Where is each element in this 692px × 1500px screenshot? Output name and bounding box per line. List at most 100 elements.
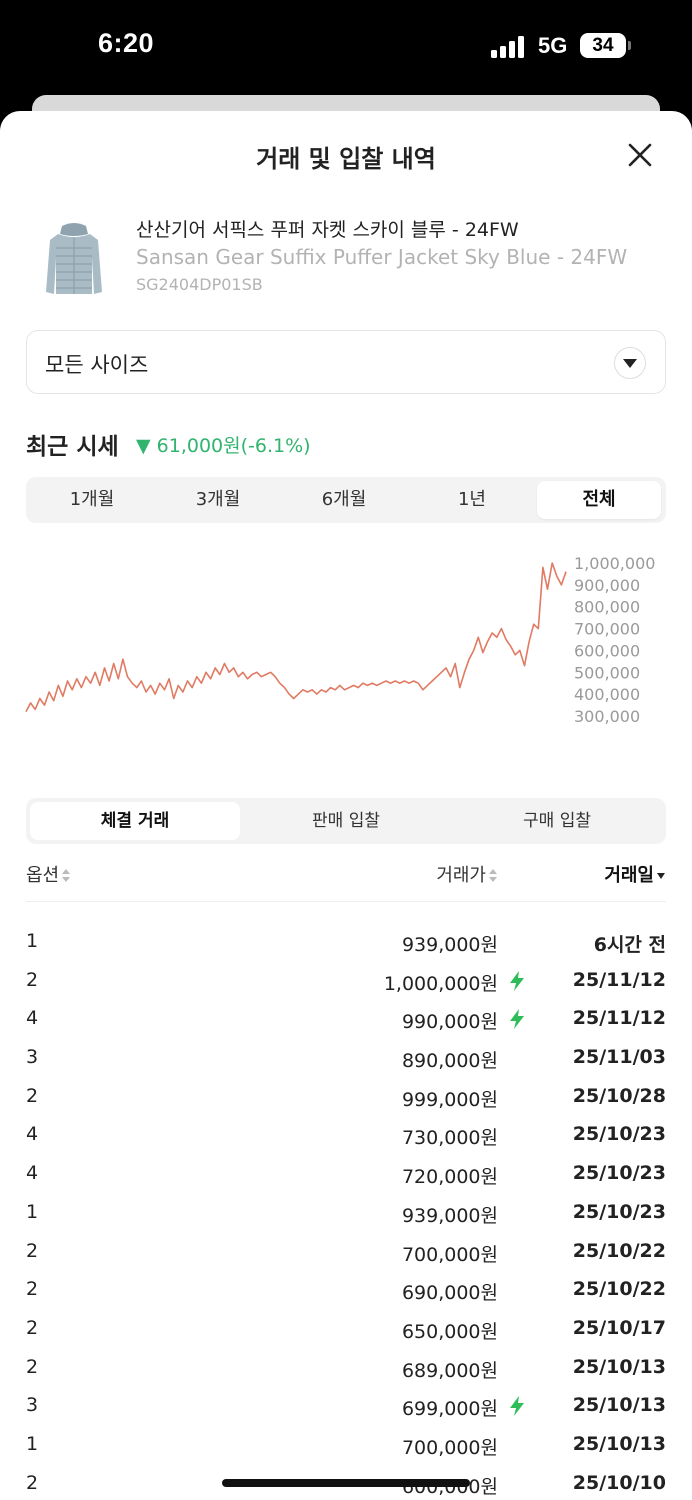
trade-price: 730,000원	[401, 1127, 498, 1150]
chevron-down-icon	[614, 347, 646, 379]
trade-price: 939,000원	[401, 934, 498, 956]
trade-price: 700,000원	[401, 1243, 498, 1266]
tab-completed-trades[interactable]: 체결 거래	[30, 802, 240, 840]
y-tick-label: 1,000,000	[574, 554, 655, 573]
price-chart: 1,000,000 900,000 800,000 700,000 600,000 500…	[25, 554, 655, 726]
table-row: 2 650,000원 25/10/17	[0, 1309, 692, 1348]
table-row: 4 720,000원 25/10/23	[0, 1154, 692, 1193]
network-type: 5G	[538, 33, 568, 58]
trade-date: 25/10/13	[572, 1432, 666, 1455]
period-tab-1y[interactable]: 1년	[410, 481, 534, 519]
recent-price-title: 최근 시세	[26, 434, 119, 460]
trade-price: 689,000원	[401, 1359, 498, 1382]
table-row: 4 730,000원 25/10/23	[0, 1115, 692, 1154]
trade-option: 2	[26, 1355, 39, 1378]
home-indicator	[222, 1479, 470, 1487]
trade-price: 999,000원	[401, 1088, 498, 1111]
battery-cap	[628, 41, 631, 50]
close-button[interactable]	[622, 137, 658, 173]
trade-price: 720,000원	[401, 1166, 498, 1189]
trade-list: 1 939,000원 6시간 전 2 1,000,000원 25/11/12 4 990,00…	[0, 922, 692, 1500]
period-tab-all[interactable]: 전체	[537, 481, 661, 519]
trade-option: 3	[26, 1394, 39, 1417]
trade-price: 890,000원	[401, 1050, 498, 1073]
period-tabs: 1개월 3개월 6개월 1년 전체	[26, 477, 666, 523]
trade-option: 1	[26, 930, 39, 952]
trade-history-sheet: 거래 및 입찰 내역 산산기어 서픽스 푸퍼 자켓 스카이 블루 - 24FW …	[0, 111, 692, 1500]
table-row: 2 689,000원 25/10/13	[0, 1348, 692, 1387]
sheet-title: 거래 및 입찰 내역	[256, 145, 436, 173]
close-icon	[628, 143, 652, 167]
table-row: 1 939,000원 25/10/23	[0, 1193, 692, 1232]
trade-option: 4	[26, 1123, 39, 1146]
trade-date: 25/10/13	[572, 1355, 666, 1378]
table-row: 2 700,000원 25/10/22	[0, 1232, 692, 1271]
trade-option: 4	[26, 1162, 39, 1185]
trade-date: 25/10/23	[572, 1200, 666, 1223]
trade-date: 25/11/12	[572, 1007, 666, 1030]
trade-date: 6시간 전	[593, 934, 666, 956]
column-option[interactable]: 옵션	[26, 861, 71, 887]
trade-option: 4	[26, 1007, 39, 1030]
table-row: 3 890,000원 25/11/03	[0, 1038, 692, 1077]
size-select-label: 모든 사이즈	[45, 353, 149, 377]
trade-option: 1	[26, 1432, 39, 1455]
divider	[26, 901, 666, 902]
period-tab-3m[interactable]: 3개월	[156, 481, 280, 519]
trade-price: 699,000원	[401, 1398, 498, 1421]
trade-option: 2	[26, 968, 39, 991]
period-tab-6m[interactable]: 6개월	[282, 481, 406, 519]
y-tick-label: 800,000	[574, 598, 640, 617]
sort-icon	[488, 869, 498, 883]
trade-option: 2	[26, 1239, 39, 1262]
column-price-label: 거래가	[436, 865, 486, 886]
sort-icon	[61, 869, 71, 883]
column-price[interactable]: 거래가	[436, 861, 498, 887]
table-row: 1 939,000원 6시간 전	[0, 922, 692, 961]
trade-price: 700,000원	[401, 1436, 498, 1459]
trade-price: 939,000원	[401, 1204, 498, 1227]
lightning-icon	[510, 1396, 524, 1417]
trade-option: 2	[26, 1278, 39, 1301]
tab-sell-bids[interactable]: 판매 입찰	[241, 802, 451, 840]
column-date[interactable]: 거래일	[604, 861, 666, 887]
y-tick-label: 900,000	[574, 576, 640, 595]
y-tick-label: 400,000	[574, 685, 640, 704]
trade-date: 25/11/12	[572, 968, 666, 991]
y-tick-label: 700,000	[574, 620, 640, 639]
table-row: 4 990,000원 25/11/12	[0, 999, 692, 1038]
trade-option: 2	[26, 1316, 39, 1339]
trade-price: 990,000원	[401, 1011, 498, 1034]
y-tick-label: 300,000	[574, 707, 640, 726]
size-select[interactable]: 모든 사이즈	[26, 330, 666, 394]
battery-icon: 34	[580, 33, 626, 58]
trade-option: 1	[26, 1200, 39, 1223]
lightning-icon	[510, 1009, 524, 1030]
status-bar: 6:20 5G 34	[0, 0, 692, 95]
trade-date: 25/10/28	[572, 1084, 666, 1107]
recent-price-change: ▼ 61,000원(-6.1%)	[136, 435, 311, 457]
trade-date: 25/10/22	[572, 1278, 666, 1301]
trade-date: 25/10/13	[572, 1394, 666, 1417]
lightning-icon	[510, 970, 524, 991]
column-date-label: 거래일	[604, 865, 654, 886]
product-name-ko: 산산기어 서픽스 푸퍼 자켓 스카이 블루 - 24FW	[136, 219, 519, 241]
trade-date: 25/10/17	[572, 1316, 666, 1339]
trade-option: 2	[26, 1471, 39, 1494]
period-tab-1m[interactable]: 1개월	[30, 481, 154, 519]
column-option-label: 옵션	[26, 865, 60, 886]
signal-icon	[491, 36, 527, 58]
trade-date: 25/10/10	[572, 1471, 666, 1494]
tab-buy-bids[interactable]: 구매 입찰	[452, 802, 662, 840]
trade-date: 25/10/23	[572, 1162, 666, 1185]
product-image	[34, 218, 114, 298]
y-tick-label: 500,000	[574, 663, 640, 682]
trade-price: 650,000원	[401, 1320, 498, 1343]
price-line	[25, 562, 567, 712]
table-row: 1 700,000원 25/10/13	[0, 1425, 692, 1464]
status-time: 6:20	[98, 28, 155, 58]
trade-date: 25/10/22	[572, 1239, 666, 1262]
trade-tabs: 체결 거래 판매 입찰 구매 입찰	[26, 798, 666, 844]
table-row: 2 999,000원 25/10/28	[0, 1077, 692, 1116]
table-row: 3 699,000원 25/10/13	[0, 1386, 692, 1425]
